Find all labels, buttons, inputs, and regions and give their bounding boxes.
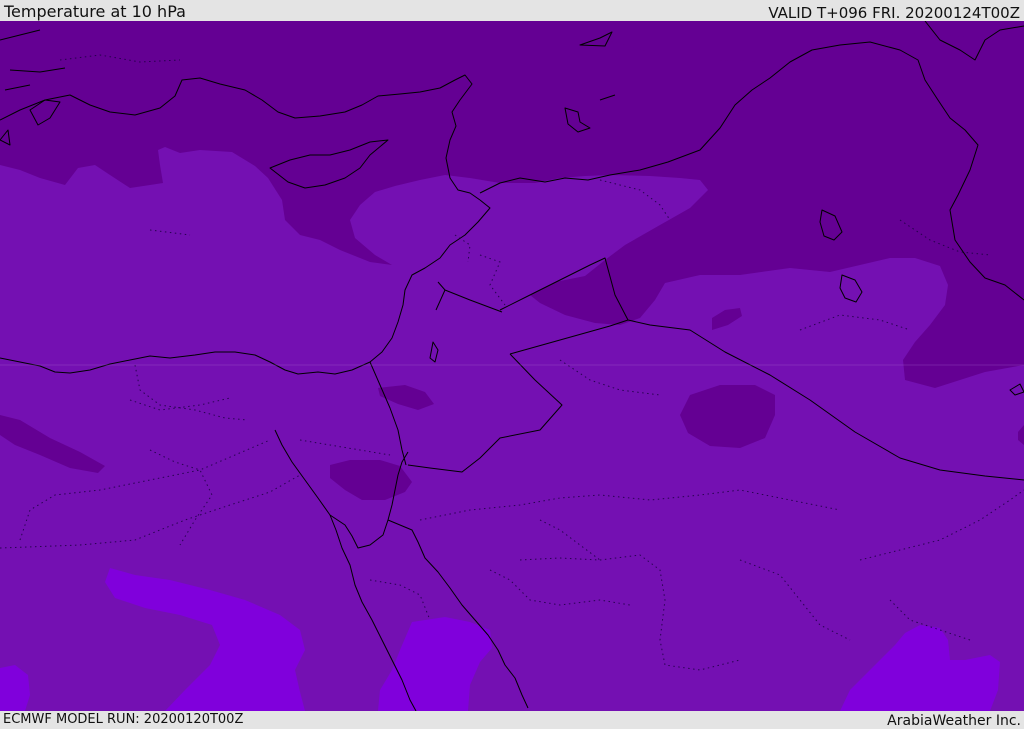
weather-map <box>0 21 1024 711</box>
credit-label: ArabiaWeather Inc. <box>887 713 1021 729</box>
footer-bar: ECMWF MODEL RUN: 20200120T00Z ArabiaWeat… <box>0 711 1024 729</box>
valid-time: VALID T+096 FRI. 20200124T00Z <box>768 4 1020 22</box>
header-bar: Temperature at 10 hPa VALID T+096 FRI. 2… <box>0 0 1024 21</box>
model-run-label: ECMWF MODEL RUN: 20200120T00Z <box>3 712 244 727</box>
map-title: Temperature at 10 hPa <box>4 2 186 21</box>
